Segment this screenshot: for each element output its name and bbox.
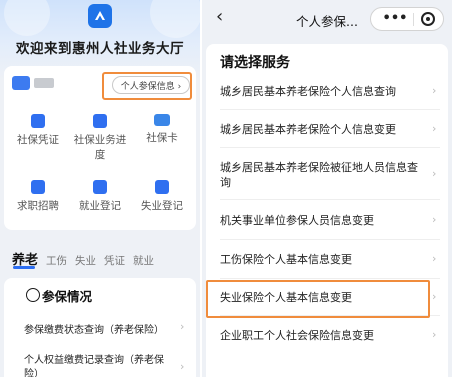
list-item[interactable]: 个人权益缴费记录查询（养老保险） (24, 354, 176, 377)
tab-certificate[interactable]: 凭证 (104, 253, 125, 268)
list-item[interactable]: 城乡居民基本养老保险被征地人员信息查询 (220, 160, 425, 190)
close-miniprogram-icon[interactable] (421, 12, 435, 26)
chevron-right-icon: › (180, 360, 185, 373)
list-item[interactable]: 城乡居民基本养老保险个人信息变更 (220, 122, 425, 137)
unemployment-icon (155, 180, 169, 194)
divider (220, 239, 440, 240)
chevron-right-icon: › (432, 213, 437, 226)
chevron-right-icon: › (432, 84, 437, 97)
briefcase-icon (31, 180, 45, 194)
chevron-right-icon: › (432, 167, 437, 180)
back-arrow-icon[interactable]: ‹ (216, 6, 223, 27)
progress-icon (93, 114, 107, 128)
grid-item-unemployment-register[interactable]: 失业登记 (131, 180, 193, 214)
insurance-status-card: 参保情况 参保缴费状态查询（养老保险） › 个人权益缴费记录查询（养老保险） › (4, 278, 196, 377)
tab-unemployment[interactable]: 失业 (75, 253, 96, 268)
app-title: 欢迎来到惠州人社业务大厅 (16, 41, 184, 57)
chevron-right-icon: › (180, 320, 185, 333)
divider (220, 109, 440, 110)
more-options-icon[interactable]: ••• (379, 9, 411, 29)
tab-work-injury[interactable]: 工伤 (46, 253, 67, 268)
list-item[interactable]: 参保缴费状态查询（养老保险） (24, 321, 164, 336)
chevron-right-icon: › (432, 252, 437, 265)
chevron-right-icon: › (432, 328, 437, 341)
grid-item-social-certificate[interactable]: 社保凭证 (7, 114, 69, 148)
shield-icon (26, 288, 40, 302)
certificate-icon (31, 114, 45, 128)
user-name-redacted (34, 78, 54, 88)
highlight-box-info-button (102, 72, 192, 100)
right-panel: ‹ 个人参保... ••• 请选择服务 城乡居民基本养老保险个人信息查询 › 城… (202, 0, 452, 377)
grid-item-job-search[interactable]: 求职招聘 (7, 180, 69, 214)
list-item[interactable]: 工伤保险个人基本信息变更 (220, 252, 425, 267)
highlight-box-unemployment-item (206, 280, 430, 318)
app-logo-icon (88, 4, 112, 28)
divider (220, 147, 440, 148)
capsule-divider (413, 13, 414, 26)
divider (220, 199, 440, 200)
list-item[interactable]: 企业职工个人社会保险信息变更 (220, 328, 425, 343)
chevron-right-icon: › (432, 122, 437, 135)
nav-bar: ‹ 个人参保... ••• (202, 0, 452, 38)
list-item[interactable]: 城乡居民基本养老保险个人信息查询 (220, 84, 425, 99)
service-list: 请选择服务 城乡居民基本养老保险个人信息查询 › 城乡居民基本养老保险个人信息变… (206, 44, 448, 377)
list-heading: 请选择服务 (220, 55, 290, 71)
card-icon (154, 114, 170, 126)
list-item[interactable]: 机关事业单位参保人员信息变更 (220, 213, 425, 228)
section-title: 参保情况 (42, 289, 93, 304)
divider (220, 278, 440, 279)
grid-item-social-card[interactable]: 社保卡 (131, 114, 193, 146)
register-icon (93, 180, 107, 194)
tab-employment[interactable]: 就业 (133, 253, 154, 268)
active-tab-indicator (13, 266, 35, 269)
page-title: 个人参保... (296, 14, 358, 29)
avatar (12, 76, 30, 90)
chevron-right-icon: › (432, 290, 437, 303)
miniprogram-capsule: ••• (370, 7, 444, 31)
left-panel: 欢迎来到惠州人社业务大厅 个人参保信息 › 社保凭证 社保业务进度 社保卡 求职… (0, 0, 200, 377)
grid-item-business-progress[interactable]: 社保业务进度 (69, 114, 131, 163)
grid-item-employment-register[interactable]: 就业登记 (69, 180, 131, 214)
